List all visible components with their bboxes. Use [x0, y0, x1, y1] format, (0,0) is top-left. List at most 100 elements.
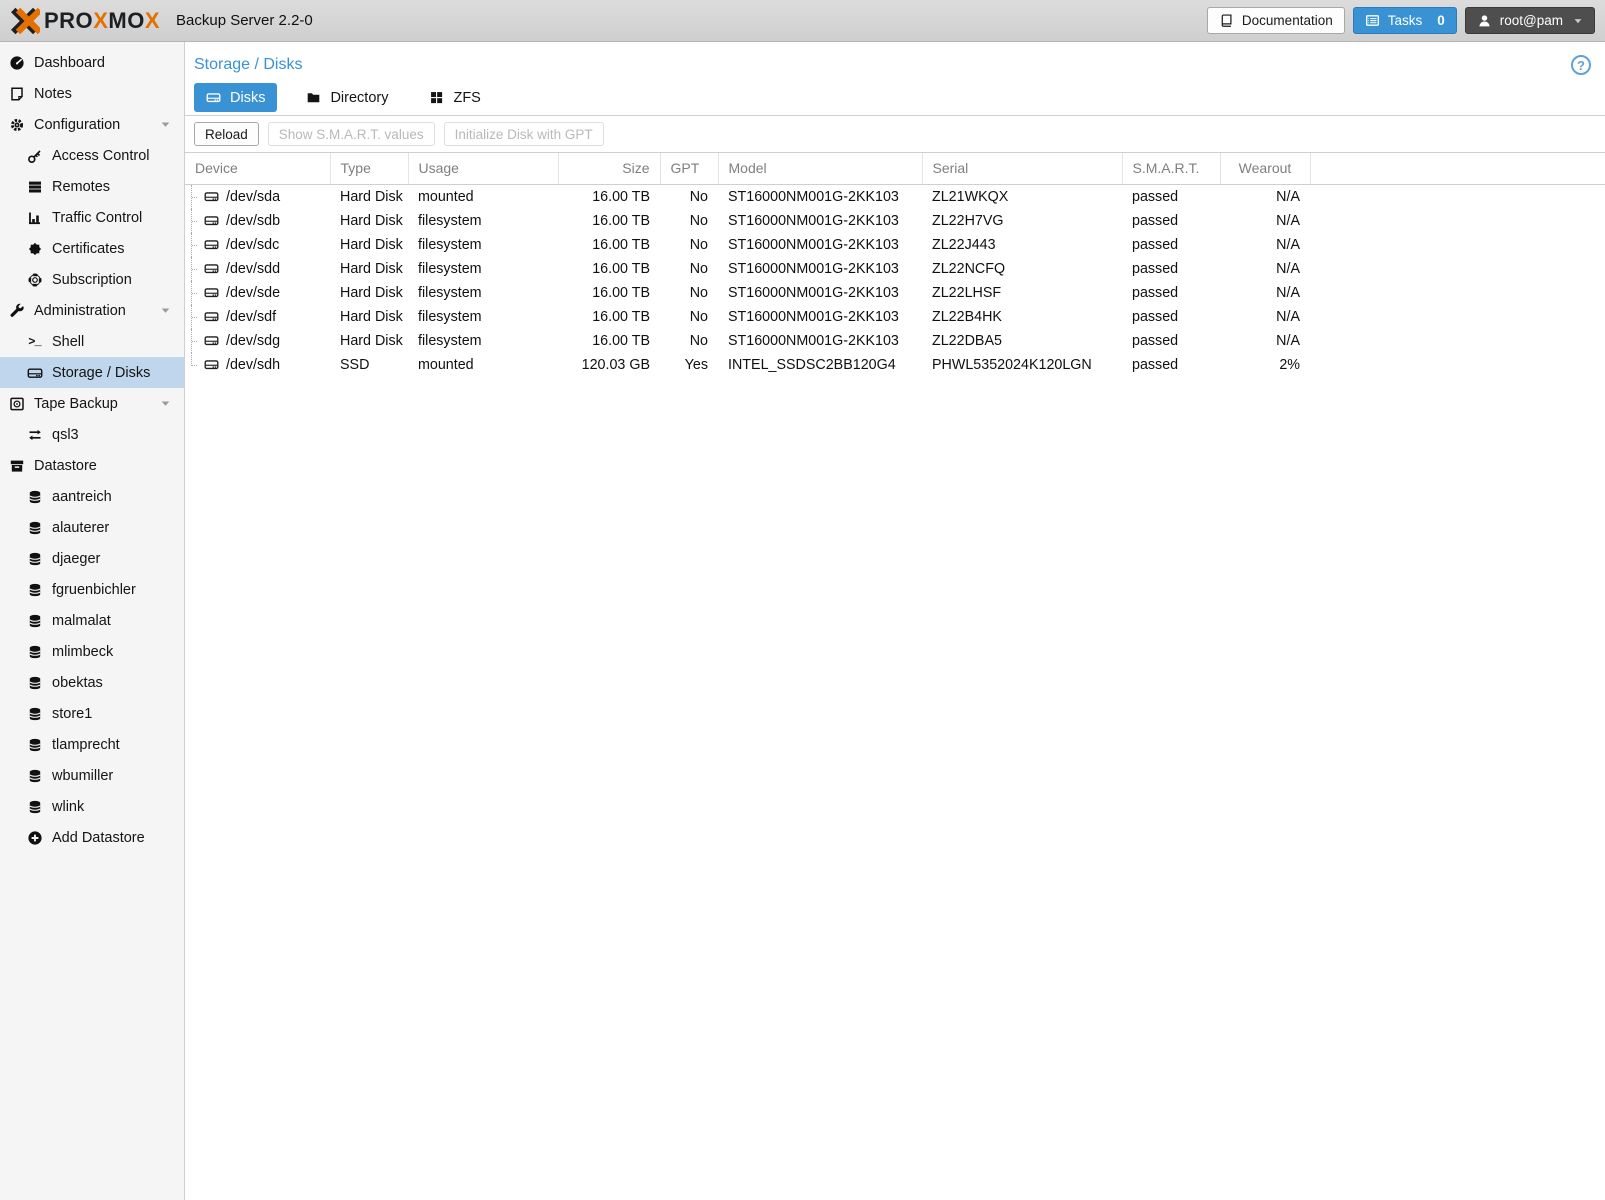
sidebar-item-shell[interactable]: >_Shell	[0, 326, 184, 357]
product-version: Backup Server 2.2-0	[176, 12, 313, 29]
reload-button[interactable]: Reload	[194, 122, 259, 146]
sidebar-item-wlink[interactable]: wlink	[0, 791, 184, 822]
column-header-serial[interactable]: Serial	[922, 153, 1122, 184]
sidebar-item-mlimbeck[interactable]: mlimbeck	[0, 636, 184, 667]
cell-wearout: N/A	[1220, 329, 1310, 353]
sidebar-item-tape-backup[interactable]: Tape Backup	[0, 388, 184, 419]
sidebar-item-djaeger[interactable]: djaeger	[0, 543, 184, 574]
sidebar-item-label: Administration	[34, 303, 126, 319]
column-header-model[interactable]: Model	[718, 153, 922, 184]
user-menu-button[interactable]: root@pam	[1465, 7, 1595, 34]
sidebar-item-tlamprecht[interactable]: tlamprecht	[0, 729, 184, 760]
archive-icon	[8, 457, 25, 474]
wordmark-segment: PRO	[44, 8, 93, 33]
collapse-caret-icon[interactable]	[160, 398, 171, 409]
device-name: /dev/sdf	[226, 309, 276, 325]
cell-filler	[1310, 209, 1605, 233]
cell-gpt: Yes	[660, 353, 718, 377]
show-smart-values-button[interactable]: Show S.M.A.R.T. values	[268, 122, 435, 146]
database-icon	[26, 488, 43, 505]
sidebar-item-traffic-control[interactable]: Traffic Control	[0, 202, 184, 233]
seal-icon	[26, 240, 43, 257]
column-header-gpt[interactable]: GPT	[660, 153, 718, 184]
table-row[interactable]: /dev/sdbHard Diskfilesystem16.00 TBNoST1…	[185, 209, 1605, 233]
cell-serial: ZL21WKQX	[922, 184, 1122, 209]
tab-label: Disks	[230, 90, 265, 106]
cell-smart: passed	[1122, 257, 1220, 281]
disks-table: DeviceTypeUsageSizeGPTModelSerialS.M.A.R…	[185, 153, 1605, 377]
sidebar-item-alauterer[interactable]: alauterer	[0, 512, 184, 543]
wordmark-segment: X	[93, 8, 108, 33]
cell-smart: passed	[1122, 281, 1220, 305]
sidebar-item-label: wlink	[52, 799, 84, 815]
cell-smart: passed	[1122, 184, 1220, 209]
column-header-size[interactable]: Size	[558, 153, 660, 184]
gauge-icon	[8, 54, 25, 71]
cell-device: /dev/sda	[185, 184, 330, 209]
tab-directory[interactable]: Directory	[294, 83, 400, 112]
table-row[interactable]: /dev/sdaHard Diskmounted16.00 TBNoST1600…	[185, 184, 1605, 209]
tab-disks[interactable]: Disks	[194, 83, 277, 112]
sidebar-item-add-datastore[interactable]: Add Datastore	[0, 822, 184, 853]
cell-serial: PHWL5352024K120LGN	[922, 353, 1122, 377]
sidebar-item-fgruenbichler[interactable]: fgruenbichler	[0, 574, 184, 605]
tasks-button[interactable]: Tasks 0	[1353, 7, 1457, 34]
device-name: /dev/sdg	[226, 333, 280, 349]
database-icon	[26, 612, 43, 629]
sidebar-item-aantreich[interactable]: aantreich	[0, 481, 184, 512]
sidebar-item-remotes[interactable]: Remotes	[0, 171, 184, 202]
sidebar-item-dashboard[interactable]: Dashboard	[0, 47, 184, 78]
cell-usage: filesystem	[408, 281, 558, 305]
sidebar-item-notes[interactable]: Notes	[0, 78, 184, 109]
device-name: /dev/sda	[226, 189, 280, 205]
cell-model: ST16000NM001G-2KK103	[718, 257, 922, 281]
column-header-wearout[interactable]: Wearout	[1220, 153, 1310, 184]
table-row[interactable]: /dev/sdgHard Diskfilesystem16.00 TBNoST1…	[185, 329, 1605, 353]
table-row[interactable]: /dev/sdhSSDmounted120.03 GBYesINTEL_SSDS…	[185, 353, 1605, 377]
tree-elbow	[191, 353, 200, 366]
sidebar-item-obektas[interactable]: obektas	[0, 667, 184, 698]
table-row[interactable]: /dev/sdcHard Diskfilesystem16.00 TBNoST1…	[185, 233, 1605, 257]
sidebar-item-label: tlamprecht	[52, 737, 120, 753]
sidebar-item-malmalat[interactable]: malmalat	[0, 605, 184, 636]
sidebar-item-certificates[interactable]: Certificates	[0, 233, 184, 264]
cell-wearout: N/A	[1220, 209, 1310, 233]
table-row[interactable]: /dev/sdeHard Diskfilesystem16.00 TBNoST1…	[185, 281, 1605, 305]
hdd-icon	[204, 213, 219, 228]
hdd-icon	[26, 364, 43, 381]
help-icon[interactable]: ?	[1571, 55, 1591, 75]
sidebar-item-store1[interactable]: store1	[0, 698, 184, 729]
sidebar-item-storage-disks[interactable]: Storage / Disks	[0, 357, 184, 388]
sidebar-item-label: Storage / Disks	[52, 365, 150, 381]
documentation-button[interactable]: Documentation	[1207, 7, 1345, 34]
column-header-usage[interactable]: Usage	[408, 153, 558, 184]
hdd-icon	[204, 309, 219, 324]
column-header-type[interactable]: Type	[330, 153, 408, 184]
sidebar-item-subscription[interactable]: Subscription	[0, 264, 184, 295]
cell-device: /dev/sde	[185, 281, 330, 305]
sidebar-item-wbumiller[interactable]: wbumiller	[0, 760, 184, 791]
sidebar-item-configuration[interactable]: Configuration	[0, 109, 184, 140]
column-header-device[interactable]: Device	[185, 153, 330, 184]
sidebar-item-administration[interactable]: Administration	[0, 295, 184, 326]
sidebar-item-label: Add Datastore	[52, 830, 145, 846]
column-header-s-m-a-r-t[interactable]: S.M.A.R.T.	[1122, 153, 1220, 184]
collapse-caret-icon[interactable]	[160, 305, 171, 316]
cell-size: 16.00 TB	[558, 329, 660, 353]
sidebar-item-datastore[interactable]: Datastore	[0, 450, 184, 481]
cell-size: 16.00 TB	[558, 209, 660, 233]
cell-filler	[1310, 257, 1605, 281]
table-row[interactable]: /dev/sdfHard Diskfilesystem16.00 TBNoST1…	[185, 305, 1605, 329]
cell-wearout: N/A	[1220, 257, 1310, 281]
hdd-icon	[204, 357, 219, 372]
sidebar-item-access-control[interactable]: Access Control	[0, 140, 184, 171]
initialize-gpt-button[interactable]: Initialize Disk with GPT	[444, 122, 604, 146]
tab-zfs[interactable]: ZFS	[417, 83, 492, 112]
sidebar-item-label: Datastore	[34, 458, 97, 474]
cell-smart: passed	[1122, 305, 1220, 329]
tree-elbow	[191, 209, 200, 233]
sidebar-item-qsl3[interactable]: qsl3	[0, 419, 184, 450]
collapse-caret-icon[interactable]	[160, 119, 171, 130]
cell-type: Hard Disk	[330, 233, 408, 257]
table-row[interactable]: /dev/sddHard Diskfilesystem16.00 TBNoST1…	[185, 257, 1605, 281]
